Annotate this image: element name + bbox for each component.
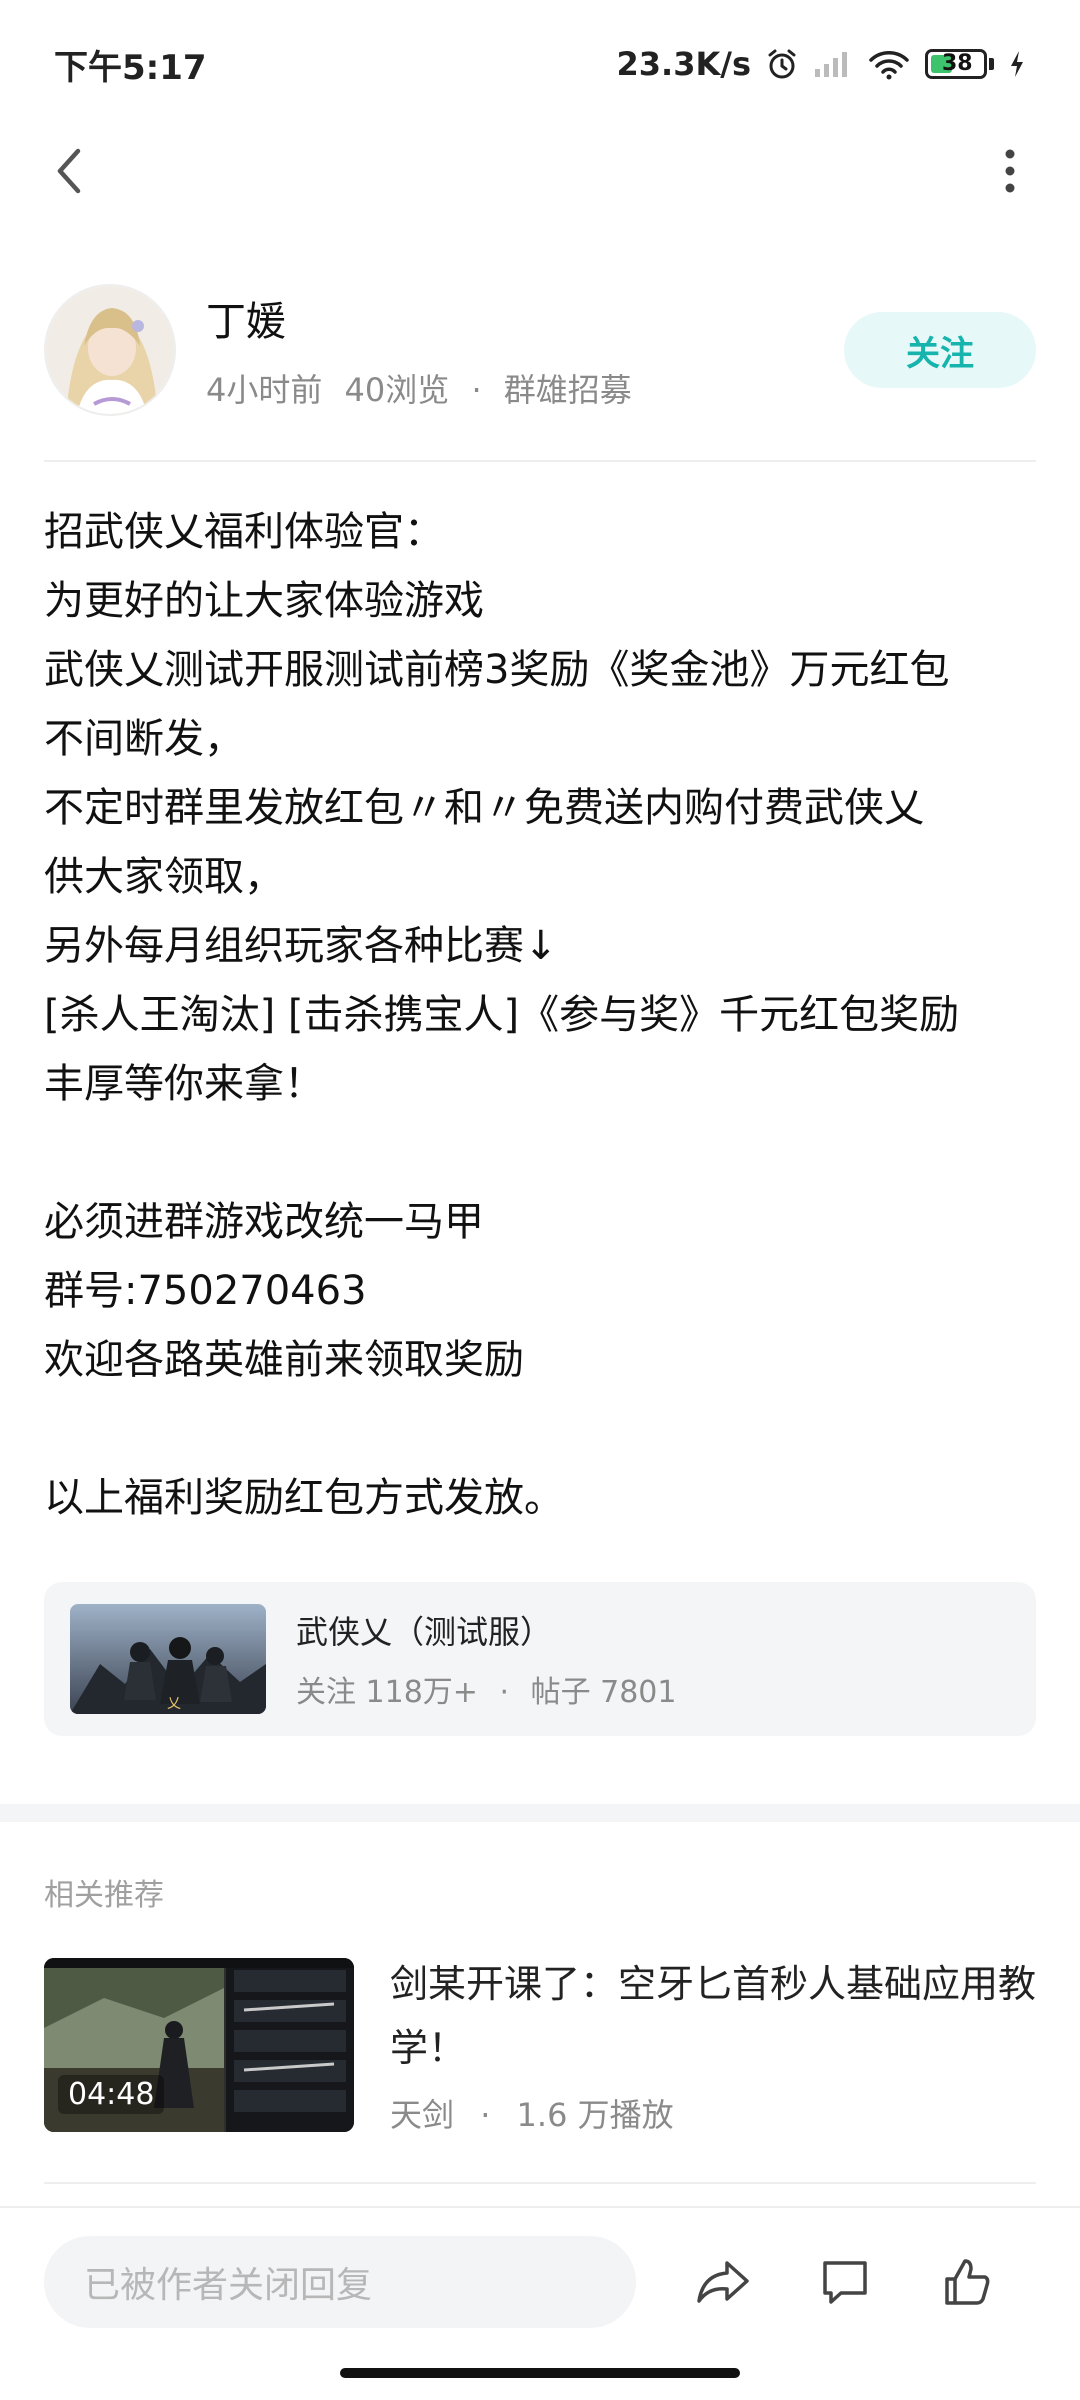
view-count: 40浏览 <box>344 371 450 409</box>
share-icon[interactable] <box>688 2247 758 2317</box>
status-time: 下午5:17 <box>54 47 207 88</box>
post-line: 以上福利奖励红包方式发放。 <box>44 1475 564 1521</box>
video-meta-separator: · <box>480 2096 491 2134</box>
back-chevron-icon[interactable] <box>38 139 102 203</box>
post-detail-page: 下午5:17 23.3K/s 38 丁媛 4小时前 40浏览 · 群雄招募 关注… <box>0 0 1080 2400</box>
post-line: 不定时群里发放红包〃和〃免费送内购付费武侠乂 <box>44 785 924 831</box>
post-line: 供大家领取， <box>44 854 284 900</box>
video-thumbnail[interactable]: 04:48 <box>44 1958 354 2132</box>
post-line: 武侠乂测试开服测试前榜3奖励《奖金池》万元红包 <box>44 647 950 693</box>
post-line: 另外每月组织玩家各种比赛↓ <box>44 923 558 969</box>
top-nav <box>0 128 1080 214</box>
video-info: 剑某开课了：空牙匕首秒人基础应用教学！ 天剑 · 1.6 万播放 <box>390 1958 1036 2134</box>
home-indicator[interactable] <box>340 2368 740 2378</box>
post-line: 为更好的让大家体验游戏 <box>44 578 484 624</box>
more-vertical-icon[interactable] <box>978 139 1042 203</box>
avatar[interactable] <box>44 284 176 416</box>
post-line: 必须进群游戏改统一马甲 <box>44 1199 484 1245</box>
game-stats: 关注 118万+ · 帖子 7801 <box>296 1667 676 1711</box>
post-line: 欢迎各路英雄前来领取奖励 <box>44 1337 524 1383</box>
status-icons: 23.3K/s 38 <box>617 45 1026 83</box>
comment-icon[interactable] <box>810 2247 880 2317</box>
reply-input[interactable]: 已被作者关闭回复 <box>44 2236 636 2328</box>
wifi-icon <box>867 48 911 80</box>
video-meta: 天剑 · 1.6 万播放 <box>390 2090 1036 2136</box>
like-icon[interactable] <box>932 2247 1002 2317</box>
author-name[interactable]: 丁媛 <box>206 289 844 347</box>
status-bar: 下午5:17 23.3K/s 38 <box>0 0 1080 128</box>
author-info: 丁媛 4小时前 40浏览 · 群雄招募 <box>206 289 844 411</box>
related-video-item[interactable]: 04:48 剑某开课了：空牙匕首秒人基础应用教学！ 天剑 · 1.6 万播放 <box>44 1958 1036 2134</box>
divider <box>44 2182 1036 2184</box>
post-line <box>44 1395 1044 1464</box>
post-line: 丰厚等你来拿！ <box>44 1061 324 1107</box>
post-line: 不间断发， <box>44 716 244 762</box>
video-author: 天剑 <box>390 2096 455 2134</box>
post-body: 招武侠乂福利体验官： 为更好的让大家体验游戏 武侠乂测试开服测试前榜3奖励《奖金… <box>44 498 1044 1533</box>
game-name: 武侠乂（测试服） <box>296 1613 553 1651</box>
alarm-icon <box>765 47 799 81</box>
game-follows: 关注 118万+ <box>296 1675 478 1710</box>
signal-icon <box>813 49 853 79</box>
post-line: [杀人王淘汰] [击杀携宝人]《参与奖》千元红包奖励 <box>44 992 960 1038</box>
game-posts: 帖子 7801 <box>530 1675 677 1710</box>
video-duration: 04:48 <box>58 2075 165 2114</box>
section-separator <box>0 1804 1080 1822</box>
author-header: 丁媛 4小时前 40浏览 · 群雄招募 关注 <box>44 280 1036 420</box>
network-speed: 23.3K/s <box>616 45 751 83</box>
game-card[interactable]: 乂 武侠乂（测试服） 关注 118万+ · 帖子 7801 <box>44 1582 1036 1736</box>
post-time: 4小时前 <box>206 371 323 409</box>
svg-text:乂: 乂 <box>167 1696 181 1712</box>
bottom-action-bar: 已被作者关闭回复 <box>0 2206 1080 2356</box>
video-title[interactable]: 剑某开课了：空牙匕首秒人基础应用教学！ <box>390 1952 1036 2080</box>
follow-button[interactable]: 关注 <box>844 312 1036 388</box>
charging-icon <box>1008 49 1026 79</box>
post-line: 群号:750270463 <box>44 1268 367 1314</box>
divider <box>44 460 1036 462</box>
battery-icon: 38 <box>925 49 994 79</box>
game-info: 武侠乂（测试服） 关注 118万+ · 帖子 7801 <box>296 1607 676 1711</box>
stats-separator: · <box>499 1675 510 1710</box>
video-plays: 1.6 万播放 <box>516 2096 674 2134</box>
related-title: 相关推荐 <box>44 1878 164 1913</box>
meta-separator: · <box>471 371 482 409</box>
game-thumbnail: 乂 <box>70 1604 266 1714</box>
post-line: 招武侠乂福利体验官： <box>44 509 444 555</box>
post-line <box>44 1119 1044 1188</box>
group-tag[interactable]: 群雄招募 <box>504 371 632 409</box>
author-meta: 4小时前 40浏览 · 群雄招募 <box>206 365 844 411</box>
battery-level: 38 <box>942 51 973 76</box>
